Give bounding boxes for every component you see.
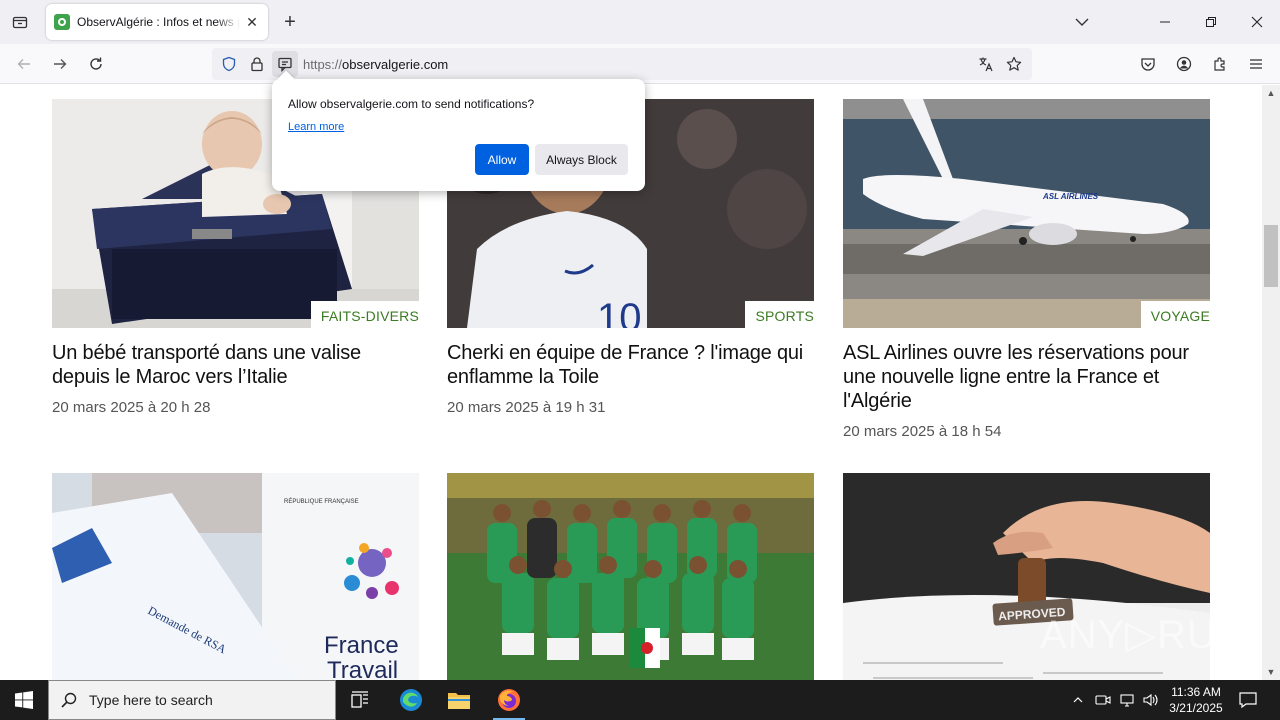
translate-icon[interactable]	[978, 56, 994, 72]
firefox-icon[interactable]	[485, 680, 533, 720]
account-icon[interactable]	[1172, 52, 1196, 76]
allow-button[interactable]: Allow	[475, 144, 529, 175]
windows-logo-icon	[15, 691, 33, 709]
file-explorer-icon[interactable]	[435, 680, 483, 720]
menu-icon[interactable]	[1244, 52, 1268, 76]
notification-message: Allow observalgerie.com to send notifica…	[288, 97, 535, 111]
meet-now-icon[interactable]	[1093, 680, 1113, 720]
article-image[interactable]: RÉPUBLIQUE FRANÇAISE France Travail Dema…	[52, 473, 419, 680]
minimize-icon[interactable]	[1155, 12, 1175, 32]
tab-title: ObservAlgérie : Infos et news pour l'Alg…	[77, 15, 240, 29]
page-scrollbar[interactable]: ▲ ▼	[1262, 85, 1280, 680]
scrollbar-thumb[interactable]	[1264, 225, 1278, 287]
lock-icon[interactable]	[249, 56, 265, 72]
learn-more-link[interactable]: Learn more	[288, 121, 344, 133]
restore-icon[interactable]	[1201, 12, 1221, 32]
tray-overflow-chevron-icon[interactable]	[1068, 680, 1088, 720]
category-label[interactable]: VOYAGE	[1140, 301, 1210, 328]
article-image[interactable]	[447, 473, 814, 680]
plane-livery-text: ASL AIRLINES	[1042, 192, 1099, 201]
bookmark-star-icon[interactable]	[1006, 56, 1022, 72]
extensions-icon[interactable]	[1208, 52, 1232, 76]
tracking-protection-shield-icon[interactable]	[221, 56, 237, 72]
network-icon[interactable]	[1117, 680, 1137, 720]
clock-time: 11:36 AM	[1171, 685, 1221, 699]
article-date: 20 mars 2025 à 18 h 54	[843, 423, 1002, 440]
always-block-button[interactable]: Always Block	[535, 144, 628, 175]
firefox-view-icon[interactable]	[8, 12, 32, 32]
article-title[interactable]: Un bébé transporté dans une valise depui…	[52, 341, 419, 389]
svg-text:10: 10	[597, 296, 642, 328]
url-host: observalgerie.com	[342, 57, 449, 72]
notification-permission-popup: Allow observalgerie.com to send notifica…	[272, 70, 645, 191]
france-travail-text-line1: France	[324, 632, 399, 659]
site-favicon-icon	[54, 14, 70, 30]
search-placeholder: Type here to search	[89, 692, 213, 708]
article-date: 20 mars 2025 à 20 h 28	[52, 399, 211, 416]
tab-close-icon[interactable]: ✕	[244, 14, 260, 30]
article-card[interactable]: RÉPUBLIQUE FRANÇAISE France Travail Dema…	[52, 473, 419, 680]
anyrun-watermark: ANY▷RUN	[1040, 613, 1247, 657]
notifications-icon[interactable]	[1236, 680, 1260, 720]
back-button[interactable]	[12, 52, 36, 76]
browser-tab[interactable]: ObservAlgérie : Infos et news pour l'Alg…	[46, 4, 268, 40]
article-card[interactable]: ASL AIRLINES VOYAGE ASL Airlines ouvre l…	[843, 99, 1210, 440]
article-title[interactable]: ASL Airlines ouvre les réservations pour…	[843, 341, 1210, 413]
task-view-icon[interactable]	[336, 680, 384, 720]
pocket-icon[interactable]	[1136, 52, 1160, 76]
start-button[interactable]	[0, 680, 48, 720]
new-tab-button[interactable]: +	[280, 12, 300, 32]
url-text[interactable]: https://observalgerie.com	[303, 57, 448, 72]
article-card[interactable]	[447, 473, 814, 680]
republique-text: RÉPUBLIQUE FRANÇAISE	[284, 498, 359, 505]
close-window-icon[interactable]	[1247, 12, 1267, 32]
edge-browser-icon[interactable]	[387, 680, 435, 720]
france-travail-text-line2: Travail	[327, 657, 398, 680]
clock-date: 3/21/2025	[1169, 701, 1223, 715]
volume-icon[interactable]	[1141, 680, 1161, 720]
windows-taskbar: Type here to search 11:36 AM 3/21/2025	[0, 680, 1280, 720]
article-image[interactable]: ASL AIRLINES VOYAGE	[843, 99, 1210, 328]
reload-button[interactable]	[84, 52, 108, 76]
scroll-up-arrow-icon[interactable]: ▲	[1265, 87, 1277, 99]
article-title[interactable]: Cherki en équipe de France ? l'image qui…	[447, 341, 814, 389]
url-scheme: https://	[303, 57, 343, 72]
category-label[interactable]: FAITS-DIVERS	[310, 301, 419, 328]
taskbar-clock[interactable]: 11:36 AM 3/21/2025	[1164, 684, 1228, 716]
article-date: 20 mars 2025 à 19 h 31	[447, 399, 606, 416]
taskbar-search-box[interactable]: Type here to search	[48, 680, 336, 720]
tab-strip: ObservAlgérie : Infos et news pour l'Alg…	[0, 0, 1280, 44]
forward-button[interactable]	[48, 52, 72, 76]
category-label[interactable]: SPORTS	[745, 301, 814, 328]
scroll-down-arrow-icon[interactable]: ▼	[1265, 666, 1277, 678]
url-bar[interactable]: https://observalgerie.com	[212, 48, 1032, 80]
search-icon	[61, 692, 77, 708]
list-all-tabs-icon[interactable]	[1072, 12, 1092, 32]
navigation-toolbar: https://observalgerie.com	[0, 44, 1280, 84]
